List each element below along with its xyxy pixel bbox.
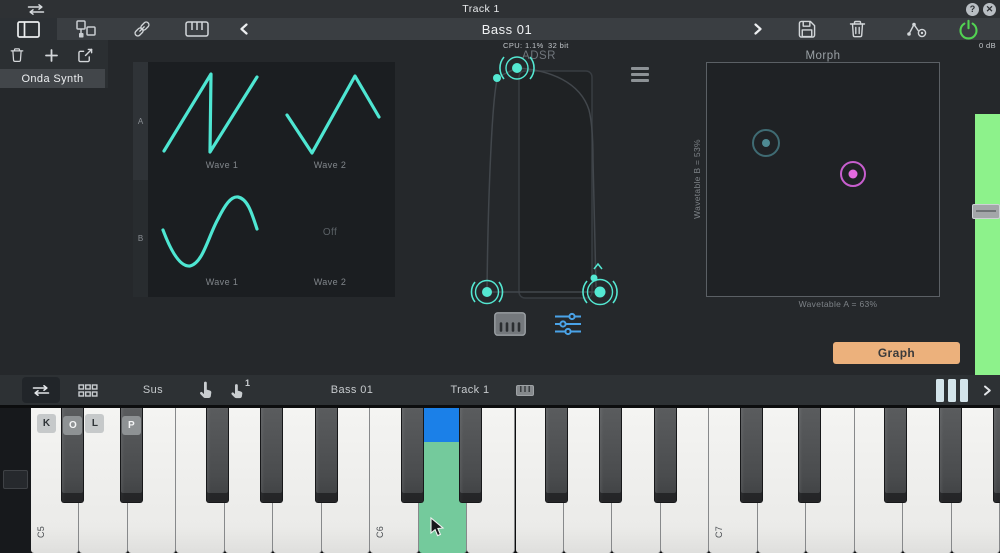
window-title: Track 1 bbox=[462, 3, 499, 15]
graph-button[interactable]: Graph bbox=[833, 342, 960, 364]
key-hint-k: K bbox=[37, 414, 56, 433]
patch-title: Bass 01 bbox=[482, 22, 532, 37]
onda-synth-window: Track 1 ? ✕ bbox=[0, 0, 1000, 553]
wave-off-state: Off bbox=[323, 227, 337, 238]
menu-icon[interactable] bbox=[631, 67, 649, 85]
bit-depth-readout: 32 bit bbox=[548, 41, 569, 50]
black-key[interactable] bbox=[206, 408, 229, 503]
morph-pad[interactable] bbox=[706, 62, 940, 297]
power-icon[interactable] bbox=[955, 19, 981, 39]
keyboard-scroll-right-icon[interactable] bbox=[980, 383, 994, 397]
touch-icon[interactable] bbox=[195, 380, 215, 400]
cpu-readout: CPU: 1.1% bbox=[503, 41, 544, 50]
black-key[interactable] bbox=[740, 408, 763, 503]
black-key[interactable] bbox=[545, 408, 568, 503]
piano-view-icon[interactable] bbox=[184, 19, 210, 39]
keyboard-range-widget[interactable] bbox=[936, 379, 944, 402]
trash-preset-icon[interactable] bbox=[8, 46, 26, 64]
swap-icon[interactable] bbox=[30, 383, 52, 397]
wave-slot-label: Wave 2 bbox=[314, 277, 347, 287]
piano-keyboard: C5 C6 C7 KOLP bbox=[0, 408, 1000, 553]
chevron-right-icon[interactable] bbox=[745, 19, 771, 39]
volume-db-readout: 0 dB bbox=[979, 41, 996, 50]
swap-tracks-icon[interactable] bbox=[26, 4, 46, 15]
black-key[interactable] bbox=[884, 408, 907, 503]
wavetable-tab-b[interactable]: B bbox=[133, 180, 148, 297]
black-key[interactable] bbox=[939, 408, 962, 503]
octave-label: C6 bbox=[375, 526, 385, 538]
adsr-start-point[interactable] bbox=[471, 281, 502, 304]
volume-fader-handle[interactable] bbox=[972, 204, 1000, 219]
black-key[interactable] bbox=[459, 408, 482, 503]
adsr-release-point[interactable] bbox=[583, 264, 617, 305]
octave-label: C7 bbox=[714, 526, 724, 538]
morph-title: Morph bbox=[805, 50, 840, 62]
key-hint-l: L bbox=[85, 414, 104, 433]
key-hint-o: O bbox=[63, 416, 82, 435]
keyboard-range-widget[interactable] bbox=[960, 379, 968, 402]
synth-name-bar[interactable]: Onda Synth bbox=[0, 69, 105, 88]
save-icon[interactable] bbox=[794, 19, 820, 39]
touch-one-badge: 1 bbox=[245, 378, 250, 388]
adsr-title: ADSR bbox=[522, 50, 556, 62]
chevron-left-icon[interactable] bbox=[231, 19, 257, 39]
adsr-curve-handle[interactable] bbox=[493, 74, 501, 82]
black-key[interactable] bbox=[993, 408, 1000, 503]
link-icon[interactable] bbox=[129, 19, 155, 39]
black-key[interactable] bbox=[260, 408, 283, 503]
black-key[interactable] bbox=[654, 408, 677, 503]
piano-keyboard-area: C5 C6 C7 KOLP bbox=[0, 405, 1000, 553]
close-icon[interactable]: ✕ bbox=[983, 3, 996, 16]
black-key[interactable] bbox=[599, 408, 622, 503]
black-key[interactable] bbox=[315, 408, 338, 503]
adsr-envelope bbox=[486, 68, 601, 298]
export-preset-icon[interactable] bbox=[76, 46, 94, 64]
keyboard-scroll-handle[interactable] bbox=[3, 470, 28, 489]
add-preset-icon[interactable] bbox=[42, 46, 60, 64]
sustain-toggle[interactable]: Sus bbox=[143, 384, 163, 396]
modules-icon[interactable] bbox=[72, 19, 98, 39]
wavetable-tab-a[interactable]: A bbox=[133, 62, 148, 180]
filter-sliders-icon[interactable] bbox=[552, 311, 584, 337]
keyboard-range-widget[interactable] bbox=[948, 379, 956, 402]
wavetable-panel[interactable] bbox=[148, 62, 395, 297]
pressed-key-velocity-zone bbox=[424, 408, 459, 442]
black-key[interactable] bbox=[798, 408, 821, 503]
mini-keyboard-icon[interactable] bbox=[515, 384, 535, 397]
titlebar: Track 1 ? ✕ bbox=[0, 0, 1000, 18]
wave-slot-label: Wave 1 bbox=[206, 160, 239, 170]
morph-x-label: Wavetable A = 63% bbox=[799, 299, 878, 309]
morph-y-label: Wavetable B = 53% bbox=[692, 119, 702, 239]
synth-name: Onda Synth bbox=[21, 73, 83, 85]
trash-icon[interactable] bbox=[844, 19, 870, 39]
toolbar-track-name[interactable]: Track 1 bbox=[450, 384, 489, 396]
panel-layout-icon[interactable] bbox=[15, 19, 41, 39]
mouse-cursor bbox=[430, 517, 445, 538]
piano-mode-icon[interactable] bbox=[492, 311, 528, 337]
black-key[interactable] bbox=[401, 408, 424, 503]
key-hint-p: P bbox=[122, 416, 141, 435]
octave-label: C5 bbox=[36, 526, 46, 538]
volume-fader-track[interactable] bbox=[975, 114, 1000, 375]
pads-grid-icon[interactable] bbox=[77, 382, 99, 398]
wave-slot-label: Wave 1 bbox=[206, 277, 239, 287]
help-icon[interactable]: ? bbox=[966, 3, 979, 16]
touch-one-icon[interactable]: 1 bbox=[226, 380, 250, 400]
toolbar-patch-name[interactable]: Bass 01 bbox=[331, 384, 374, 396]
keyboard-scroll-strip[interactable] bbox=[0, 408, 31, 553]
wave-slot-label: Wave 2 bbox=[314, 160, 347, 170]
automation-nodes-icon[interactable] bbox=[904, 19, 930, 39]
